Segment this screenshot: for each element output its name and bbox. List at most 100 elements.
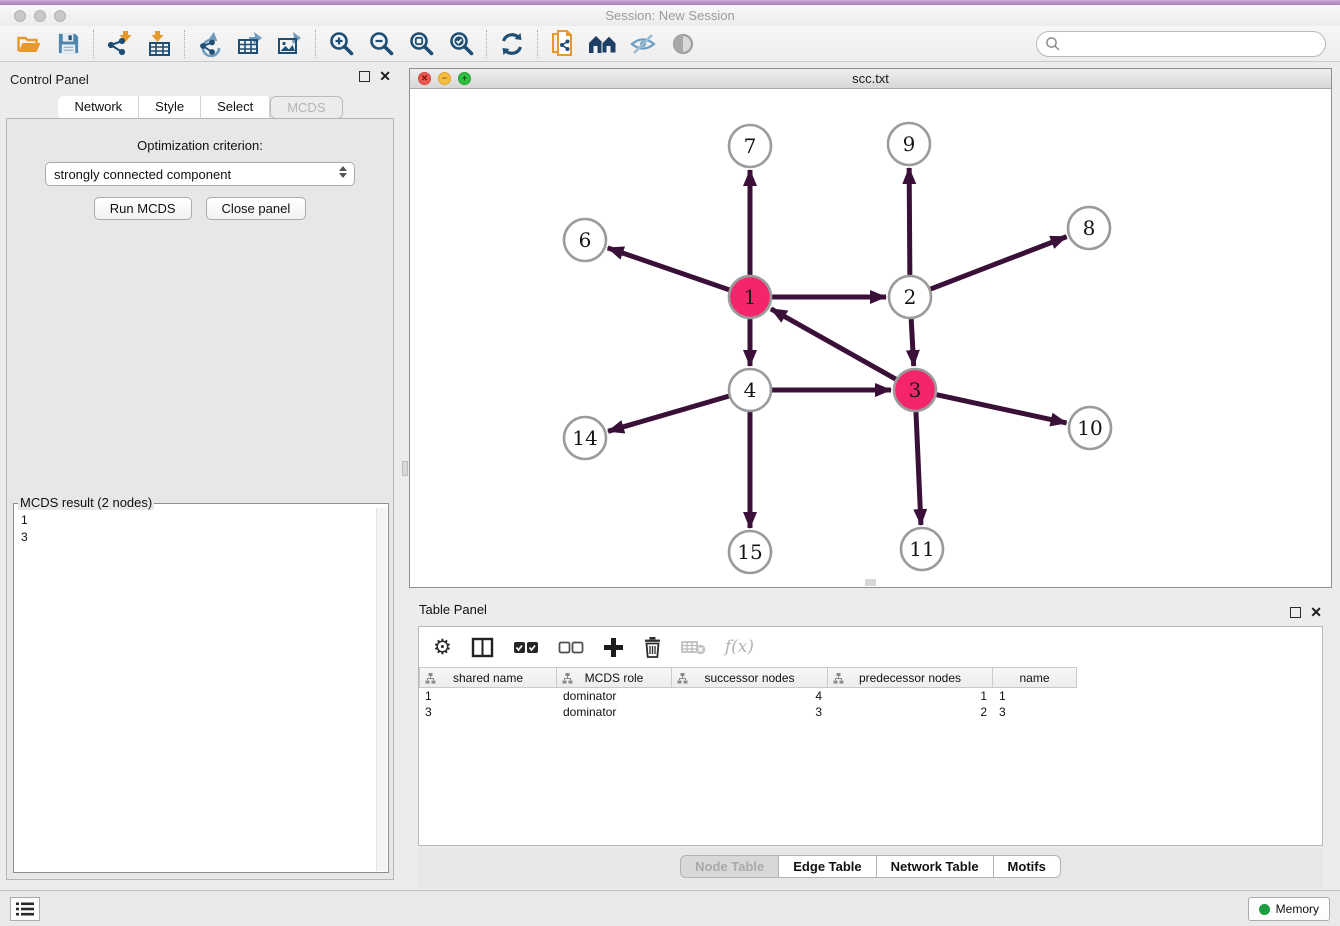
task-history-button[interactable] [10, 897, 40, 921]
settings-gear-icon[interactable]: ⚙ [433, 637, 452, 658]
network-window-titlebar[interactable]: ✕ − + scc.txt [410, 69, 1331, 89]
table-cell[interactable]: 3 [672, 704, 828, 720]
select-all-checkboxes-icon[interactable] [513, 641, 539, 654]
float-panel-icon[interactable] [359, 71, 370, 82]
export-table-icon [236, 30, 264, 57]
tab-style[interactable]: Style [139, 96, 201, 119]
eye-button[interactable] [663, 28, 703, 60]
network-maximize-button[interactable]: + [458, 72, 471, 85]
table-row[interactable]: 1dominator411 [419, 688, 1322, 704]
table-panel: Table Panel ✕ ⚙ [409, 598, 1332, 890]
tab-edge-table[interactable]: Edge Table [779, 855, 876, 878]
clone-network-button[interactable] [543, 28, 583, 60]
table-cell[interactable]: dominator [557, 688, 672, 704]
app-titlebar: Session: New Session [0, 5, 1340, 26]
close-window-button[interactable] [14, 10, 26, 22]
export-image-button[interactable] [270, 28, 310, 60]
delete-row-trash-icon[interactable] [643, 636, 662, 658]
delete-table-icon [681, 639, 706, 655]
column-header-successor-nodes[interactable]: successor nodes [672, 667, 828, 688]
zoom-fit-icon [408, 30, 435, 57]
close-panel-button[interactable]: Close panel [206, 197, 307, 220]
tab-motifs[interactable]: Motifs [994, 855, 1061, 878]
column-header-shared-name[interactable]: shared name [419, 667, 557, 688]
canvas-grip[interactable] [865, 579, 876, 586]
minimize-window-button[interactable] [34, 10, 46, 22]
network-canvas[interactable]: 7968124314101511 [410, 89, 1331, 587]
panel-splitter[interactable] [401, 62, 409, 890]
result-scrollbar[interactable] [376, 508, 387, 871]
save-session-button[interactable] [48, 28, 88, 60]
zoom-in-icon [328, 30, 355, 57]
run-mcds-button[interactable]: Run MCDS [94, 197, 192, 220]
graph-edge-4-14[interactable] [608, 396, 729, 431]
optimization-dropdown[interactable]: strongly connected component [45, 162, 355, 186]
list-icon [16, 902, 34, 916]
deselect-all-checkboxes-icon[interactable] [558, 641, 584, 654]
control-panel: Control Panel ✕ NetworkStyleSelectMCDS O… [0, 62, 401, 890]
memory-button[interactable]: Memory [1248, 897, 1330, 921]
import-table-icon [146, 30, 173, 57]
open-folder-icon [15, 31, 42, 57]
table-cell[interactable]: 1 [419, 688, 557, 704]
graph-edge-3-1[interactable] [771, 309, 896, 379]
graph-node-label: 11 [909, 537, 934, 561]
search-icon [1045, 36, 1061, 52]
column-header-MCDS-role[interactable]: MCDS role [557, 667, 672, 688]
column-header-name[interactable]: name [993, 667, 1077, 688]
export-table-button[interactable] [230, 28, 270, 60]
column-header-predecessor-nodes[interactable]: predecessor nodes [828, 667, 993, 688]
table-cell[interactable]: dominator [557, 704, 672, 720]
table-cell[interactable]: 3 [419, 704, 557, 720]
graph-edge-1-6[interactable] [608, 248, 730, 290]
graph-edge-2-3[interactable] [911, 319, 914, 366]
graph-node-label: 1 [744, 285, 757, 309]
close-panel-icon[interactable]: ✕ [379, 71, 391, 82]
network-minimize-button[interactable]: − [438, 72, 451, 85]
column-label: shared name [453, 671, 523, 685]
graph-edge-3-10[interactable] [936, 395, 1066, 423]
table-cell[interactable]: 3 [993, 704, 1077, 720]
tab-mcds[interactable]: MCDS [270, 96, 342, 119]
window-controls[interactable] [14, 10, 66, 22]
import-table-button[interactable] [139, 28, 179, 60]
zoom-out-button[interactable] [361, 28, 401, 60]
table-cell[interactable]: 1 [828, 688, 993, 704]
network-close-button[interactable]: ✕ [418, 72, 431, 85]
open-session-button[interactable] [8, 28, 48, 60]
graph-edge-2-8[interactable] [931, 237, 1067, 289]
hide-details-button[interactable] [623, 28, 663, 60]
column-layout-icon[interactable] [471, 637, 494, 658]
table-cell[interactable]: 1 [993, 688, 1077, 704]
zoom-fit-button[interactable] [401, 28, 441, 60]
search-input[interactable] [1061, 37, 1325, 52]
export-network-button[interactable] [190, 28, 230, 60]
graph-edge-3-11[interactable] [916, 412, 921, 525]
zoom-selected-button[interactable] [441, 28, 481, 60]
close-table-panel-icon[interactable]: ✕ [1310, 607, 1322, 618]
float-table-panel-icon[interactable] [1290, 607, 1301, 618]
search-box[interactable] [1036, 31, 1326, 57]
toolbar-separator [537, 30, 538, 58]
table-tabs: Node TableEdge TableNetwork TableMotifs [418, 848, 1323, 888]
hierarchy-icon [562, 673, 573, 684]
table-row[interactable]: 3dominator323 [419, 704, 1322, 720]
zoom-selected-icon [448, 30, 475, 57]
table-cell[interactable]: 2 [828, 704, 993, 720]
tab-select[interactable]: Select [201, 96, 270, 119]
graph-edge-2-9[interactable] [909, 168, 910, 275]
tab-node-table[interactable]: Node Table [680, 855, 779, 878]
tab-network[interactable]: Network [58, 96, 139, 119]
table-cell[interactable]: 4 [672, 688, 828, 704]
splitter-grip[interactable] [402, 461, 408, 476]
add-row-icon[interactable] [603, 637, 624, 658]
control-panel-tabs: NetworkStyleSelectMCDS [0, 96, 401, 119]
refresh-button[interactable] [492, 28, 532, 60]
houses-button[interactable] [583, 28, 623, 60]
tab-network-table[interactable]: Network Table [877, 855, 994, 878]
import-network-button[interactable] [99, 28, 139, 60]
zoom-window-button[interactable] [54, 10, 66, 22]
graph-node-label: 15 [737, 540, 762, 564]
mcds-result-text: 1 3 [15, 509, 376, 871]
zoom-in-button[interactable] [321, 28, 361, 60]
